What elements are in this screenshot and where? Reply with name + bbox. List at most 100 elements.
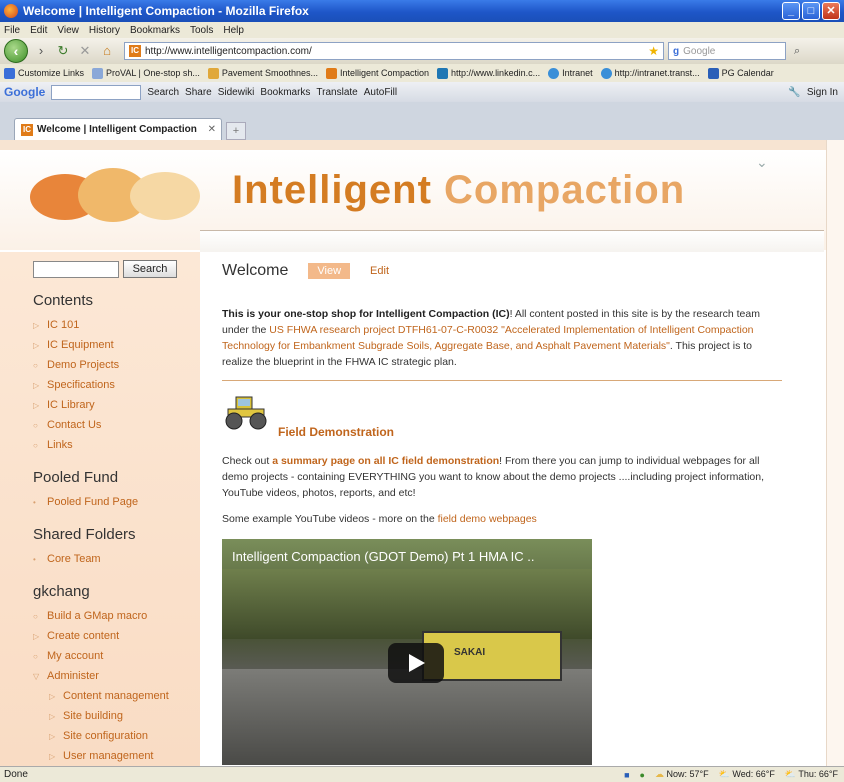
menu-view[interactable]: View <box>57 25 79 36</box>
minimize-button[interactable]: _ <box>782 2 800 20</box>
reload-icon[interactable]: ↻ <box>54 42 72 60</box>
search-button[interactable]: Search <box>123 260 177 278</box>
wrench-icon[interactable]: 🔧 <box>788 87 800 98</box>
site-logo[interactable] <box>30 164 200 226</box>
bookmark-intranet[interactable]: Intranet <box>548 67 593 79</box>
status-circle-icon[interactable]: ● <box>640 770 645 780</box>
search-input[interactable] <box>33 260 119 278</box>
forward-icon[interactable]: › <box>32 42 50 60</box>
sidebar-item-user-management[interactable]: ▷ User management <box>33 746 200 766</box>
sidebar: Search Contents ▷ IC 101 ▷ IC Equipment ○ D… <box>0 252 200 766</box>
bookmark-pavement-smoothness[interactable]: Pavement Smoothnes... <box>207 67 318 79</box>
video-background <box>222 569 592 639</box>
menu-file[interactable]: File <box>4 25 20 36</box>
bookmark-customize-links[interactable]: Customize Links <box>4 67 84 79</box>
sidebar-item-demo-projects[interactable]: ○ Demo Projects <box>33 355 200 375</box>
sidebar-item-ic-library[interactable]: ▷ IC Library <box>33 395 200 415</box>
tab-edit[interactable]: Edit <box>370 265 389 277</box>
sidebar-item-administer[interactable]: ▽ Administer <box>33 666 200 686</box>
youtube-video-player[interactable]: SAKAI Intelligent Compaction (GDOT Demo)… <box>222 539 592 765</box>
close-button[interactable]: ✕ <box>822 2 840 20</box>
bookmark-proval[interactable]: ProVAL | One-stop sh... <box>92 67 200 79</box>
home-icon[interactable]: ⌂ <box>98 42 116 60</box>
administer-submenu: ▷ Content management ▷ Site building ▷ Site… <box>33 686 200 766</box>
expand-arrow-icon: ▷ <box>49 751 56 761</box>
maximize-button[interactable]: □ <box>802 2 820 20</box>
user-menu: ○ Build a GMap macro ▷ Create content ○ My … <box>33 606 200 686</box>
tab-label: Welcome | Intelligent Compaction <box>37 124 197 135</box>
play-icon[interactable] <box>388 643 444 683</box>
field-demonstration-title[interactable]: Field Demonstration <box>278 425 394 439</box>
search-icon[interactable]: ⌕ <box>794 45 800 58</box>
sidebar-item-content-management[interactable]: ▷ Content management <box>33 686 200 706</box>
bookmark-icon <box>4 67 15 79</box>
bookmark-linkedin[interactable]: http://www.linkedin.c... <box>437 67 540 79</box>
expand-arrow-icon: ▷ <box>49 711 56 721</box>
menu-bookmarks[interactable]: Bookmarks <box>130 25 180 36</box>
expand-arrow-icon: ▷ <box>33 340 40 350</box>
weather-now: ☁ Now: 57°F <box>654 769 709 779</box>
sidebar-item-site-configuration[interactable]: ▷ Site configuration <box>33 726 200 746</box>
bookmark-pg-calendar[interactable]: PG Calendar <box>707 67 774 79</box>
weather-wed: ⛅ Wed: 66°F <box>718 769 775 779</box>
field-demo-webpages-link[interactable]: field demo webpages <box>438 513 537 525</box>
bookmark-intranet-transtec[interactable]: http://intranet.transt... <box>600 67 700 79</box>
bullet-icon: • <box>33 554 36 564</box>
sidebar-item-create-content[interactable]: ▷ Create content <box>33 626 200 646</box>
bookmarks-button[interactable]: Bookmarks <box>260 87 310 98</box>
globe-icon <box>548 67 560 79</box>
sidebar-item-links[interactable]: ○ Links <box>33 435 200 455</box>
sun-cloud-icon: ⛅ <box>718 769 730 779</box>
menu-history[interactable]: History <box>89 25 120 36</box>
header-divider <box>200 230 824 254</box>
menu-help[interactable]: Help <box>223 25 244 36</box>
new-tab-button[interactable]: + <box>226 122 246 140</box>
window-title: Welcome | Intelligent Compaction - Mozil… <box>23 4 309 18</box>
sidebar-item-my-account[interactable]: ○ My account <box>33 646 200 666</box>
autofill-button[interactable]: AutoFill <box>364 87 397 98</box>
expand-arrow-icon: ▷ <box>33 400 40 410</box>
status-widgets: ■ ● ☁ Now: 57°F ⛅ Wed: 66°F ⛅ Thu: 66°F <box>624 769 844 780</box>
vertical-scrollbar[interactable] <box>826 140 844 766</box>
sidebar-item-core-team[interactable]: • Core Team <box>33 549 200 569</box>
tab-strip: IC Welcome | Intelligent Compaction ✕ + <box>0 102 844 140</box>
expand-arrow-icon: ▷ <box>33 631 40 641</box>
chevron-down-icon: ⌄ <box>756 154 768 170</box>
google-toolbar-input[interactable] <box>51 84 142 100</box>
stop-icon[interactable]: ✕ <box>76 42 94 60</box>
sidebar-item-contact-us[interactable]: ○ Contact Us <box>33 415 200 435</box>
sign-in-link[interactable]: Sign In <box>807 87 838 98</box>
google-search-button[interactable]: Search <box>147 87 179 98</box>
cloud-icon: ☁ <box>654 769 664 779</box>
menu-edit[interactable]: Edit <box>30 25 47 36</box>
tab-welcome[interactable]: IC Welcome | Intelligent Compaction ✕ <box>14 118 222 140</box>
sidebar-item-ic-101[interactable]: ▷ IC 101 <box>33 315 200 335</box>
addon-icon[interactable]: ■ <box>624 770 629 780</box>
share-button[interactable]: Share <box>185 87 212 98</box>
sidewiki-button[interactable]: Sidewiki <box>218 87 255 98</box>
summary-page-link[interactable]: a summary page on all IC field demonstra… <box>272 455 499 467</box>
sidebar-item-ic-equipment[interactable]: ▷ IC Equipment <box>33 335 200 355</box>
video-title[interactable]: Intelligent Compaction (GDOT Demo) Pt 1 … <box>232 549 534 564</box>
leaf-circle-icon: ○ <box>33 651 38 661</box>
bookmark-star-icon[interactable]: ★ <box>648 44 659 58</box>
sidebar-item-build-gmap-macro[interactable]: ○ Build a GMap macro <box>33 606 200 626</box>
collapse-arrow-icon: ▽ <box>33 671 40 681</box>
calendar-icon <box>707 67 719 79</box>
road-roller-icon <box>225 396 267 430</box>
back-button[interactable]: ‹ <box>4 39 28 63</box>
bookmark-intelligent-compaction[interactable]: Intelligent Compaction <box>325 67 429 79</box>
globe-icon <box>600 67 612 79</box>
menu-tools[interactable]: Tools <box>190 25 213 36</box>
translate-button[interactable]: Translate <box>316 87 357 98</box>
bookmark-icon <box>207 67 219 79</box>
sidebar-item-pooled-fund-page[interactable]: • Pooled Fund Page <box>33 492 200 512</box>
tab-close-icon[interactable]: ✕ <box>208 124 216 135</box>
address-bar[interactable]: IC http://www.intelligentcompaction.com/… <box>124 42 664 60</box>
search-box[interactable]: g Google <box>668 42 786 60</box>
status-text: Done <box>4 769 28 780</box>
sidebar-item-site-building[interactable]: ▷ Site building <box>33 706 200 726</box>
sidebar-item-specifications[interactable]: ▷ Specifications <box>33 375 200 395</box>
section-divider <box>222 380 782 381</box>
tab-view[interactable]: View <box>308 263 351 279</box>
